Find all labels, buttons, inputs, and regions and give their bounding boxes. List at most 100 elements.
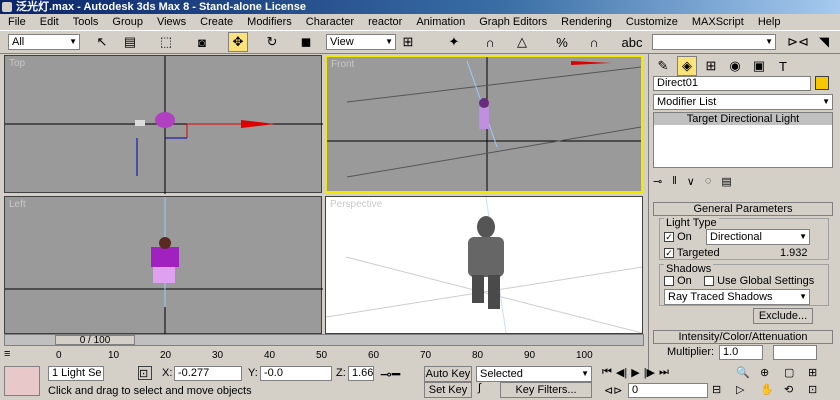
- trackbar[interactable]: 0 10 20 30 40 50 60 70 80 90 100: [56, 350, 596, 364]
- set-key-button[interactable]: Set Key: [424, 382, 472, 398]
- zoom-icon[interactable]: 🔍: [736, 366, 758, 381]
- move-icon[interactable]: ✥: [228, 32, 248, 52]
- menu-item-modifiers[interactable]: Modifiers: [247, 14, 292, 30]
- menu-item-customize[interactable]: Customize: [626, 14, 678, 30]
- viewport-navigation: 🔍 ⊕ ▢ ⊞ ▷ ✋ ⟲ ⊡: [736, 366, 836, 398]
- time-slider[interactable]: 0 / 100: [4, 334, 644, 346]
- shadow-on-checkbox[interactable]: On: [664, 275, 692, 287]
- named-selection-set-select[interactable]: [652, 34, 776, 50]
- exclude-button[interactable]: Exclude...: [753, 308, 813, 324]
- scale-icon[interactable]: ◼: [296, 32, 316, 52]
- z-label: Z:: [336, 367, 346, 379]
- menu-item-reactor[interactable]: reactor: [368, 14, 402, 30]
- menu-item-animation[interactable]: Animation: [416, 14, 465, 30]
- rotate-icon[interactable]: ↻: [262, 32, 282, 52]
- light-on-checkbox[interactable]: ✓ On: [664, 231, 692, 243]
- menu-item-help[interactable]: Help: [758, 14, 781, 30]
- key-filters-button[interactable]: Key Filters...: [500, 382, 592, 398]
- auto-key-button[interactable]: Auto Key: [424, 366, 472, 382]
- current-frame-field[interactable]: 0: [628, 383, 708, 398]
- menu-item-group[interactable]: Group: [112, 14, 143, 30]
- general-params-rollout[interactable]: General Parameters: [653, 202, 833, 216]
- light-color-swatch[interactable]: [773, 345, 817, 360]
- menu-item-rendering[interactable]: Rendering: [561, 14, 612, 30]
- menu-item-views[interactable]: Views: [157, 14, 186, 30]
- tick-label: 70: [420, 350, 432, 361]
- next-frame-icon[interactable]: |▶: [644, 366, 655, 380]
- time-slider-thumb[interactable]: 0 / 100: [55, 335, 135, 346]
- menu-item-edit[interactable]: Edit: [40, 14, 59, 30]
- select-by-name-icon[interactable]: ▤: [120, 32, 140, 52]
- z-field[interactable]: 1.66: [348, 366, 374, 381]
- play-icon[interactable]: ▶: [631, 366, 639, 380]
- menu-item-file[interactable]: File: [8, 14, 26, 30]
- utilities-tab-icon[interactable]: T: [773, 56, 793, 76]
- app-icon: [2, 2, 12, 12]
- zoom-all-icon[interactable]: ⊕: [760, 366, 782, 381]
- manipulate-icon[interactable]: ✦: [444, 32, 464, 52]
- viewport-top[interactable]: Top: [4, 55, 323, 194]
- show-end-result-icon[interactable]: ‖: [672, 175, 677, 187]
- maxscript-listener[interactable]: [4, 366, 40, 396]
- selection-filter-select[interactable]: All: [8, 34, 80, 50]
- multiplier-field[interactable]: 1.0: [719, 345, 763, 360]
- motion-tab-icon[interactable]: ◉: [725, 56, 745, 76]
- angle-snap-icon[interactable]: △: [512, 32, 532, 52]
- tick-label: 40: [264, 350, 276, 361]
- viewport-perspective[interactable]: Perspective: [325, 196, 643, 334]
- menu-item-create[interactable]: Create: [200, 14, 233, 30]
- window-crossing-icon[interactable]: ◙: [192, 32, 212, 52]
- viewport-front[interactable]: Front: [325, 55, 643, 193]
- percent-snap-icon[interactable]: %: [552, 32, 572, 52]
- mirror-icon[interactable]: ⊳⊲: [787, 32, 809, 52]
- pivot-icon[interactable]: ⊞: [398, 32, 418, 52]
- menu-item-tools[interactable]: Tools: [73, 14, 99, 30]
- modifier-list-select[interactable]: Modifier List: [653, 94, 833, 110]
- key-mode-toggle-icon[interactable]: ⊲⊳: [604, 384, 622, 397]
- hierarchy-tab-icon[interactable]: ⊞: [701, 56, 721, 76]
- pin-stack-icon[interactable]: ⊸: [653, 175, 662, 188]
- pan-icon[interactable]: ✋: [760, 383, 782, 398]
- spinner-snap-icon[interactable]: ∩: [584, 32, 604, 52]
- snap-icon[interactable]: ∩: [480, 32, 500, 52]
- stack-item[interactable]: Target Directional Light: [654, 113, 832, 125]
- key-mode-select[interactable]: Selected: [476, 366, 592, 382]
- make-unique-icon[interactable]: ∨: [687, 175, 695, 188]
- intensity-rollout[interactable]: Intensity/Color/Attenuation: [653, 330, 833, 344]
- go-to-end-icon[interactable]: ⏭: [659, 366, 669, 380]
- x-field[interactable]: -0.277: [174, 366, 242, 381]
- create-tab-icon[interactable]: ✎: [653, 56, 673, 76]
- y-field[interactable]: -0.0: [260, 366, 332, 381]
- prev-frame-icon[interactable]: ◀|: [616, 366, 627, 380]
- viewport-left[interactable]: Left: [4, 196, 323, 335]
- light-type-select[interactable]: Directional: [706, 229, 810, 245]
- align-icon[interactable]: ◥: [814, 32, 834, 52]
- field-of-view-icon[interactable]: ▷: [736, 383, 758, 398]
- menu-item-character[interactable]: Character: [306, 14, 354, 30]
- arc-rotate-icon[interactable]: ⟲: [784, 383, 806, 398]
- zoom-extents-all-icon[interactable]: ⊞: [808, 366, 830, 381]
- configure-sets-icon[interactable]: ▤: [721, 175, 731, 188]
- ref-coord-select[interactable]: View: [326, 34, 396, 50]
- display-tab-icon[interactable]: ▣: [749, 56, 769, 76]
- default-tangents-icon[interactable]: ∫: [478, 382, 494, 398]
- menu-item-graph-editors[interactable]: Graph Editors: [479, 14, 547, 30]
- menu-item-maxscript[interactable]: MAXScript: [692, 14, 744, 30]
- remove-modifier-icon[interactable]: ◌: [705, 175, 712, 187]
- lock-selection-icon[interactable]: ⊡: [138, 366, 152, 380]
- use-global-checkbox[interactable]: Use Global Settings: [704, 275, 814, 287]
- rect-selection-icon[interactable]: ⬚: [156, 32, 176, 52]
- go-to-start-icon[interactable]: ⏮: [602, 366, 612, 380]
- time-config-icon[interactable]: ⊟: [712, 383, 728, 396]
- modify-tab-icon[interactable]: ◈: [677, 56, 697, 76]
- key-icon[interactable]: ⊸━: [380, 366, 410, 383]
- min-max-toggle-icon[interactable]: ⊡: [808, 383, 830, 398]
- targeted-checkbox[interactable]: ✓ Targeted: [664, 247, 720, 259]
- edit-named-sel-icon[interactable]: abc: [622, 32, 643, 52]
- select-object-icon[interactable]: ↖: [92, 32, 112, 52]
- trackbar-icon[interactable]: ≡: [4, 348, 24, 362]
- zoom-extents-icon[interactable]: ▢: [784, 366, 806, 381]
- object-name-field[interactable]: Direct01: [653, 76, 811, 91]
- shadow-type-select[interactable]: Ray Traced Shadows: [664, 289, 810, 305]
- object-color-swatch[interactable]: [815, 76, 829, 90]
